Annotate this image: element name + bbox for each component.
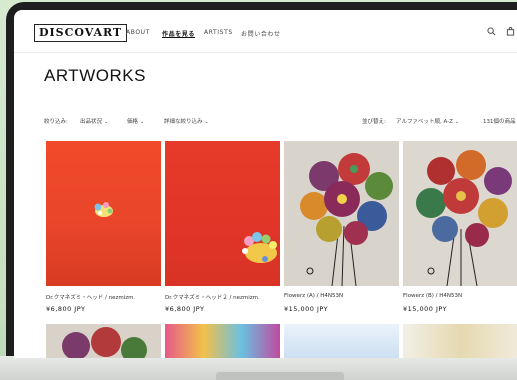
chevron-down-icon: ⌄	[140, 119, 145, 125]
product-price-1: ¥6,800 JPY	[46, 305, 86, 313]
rat-sculpture-image	[242, 232, 277, 263]
page-title: ARTWORKS	[44, 66, 146, 85]
cart-icon[interactable]	[506, 27, 515, 36]
product-name-3[interactable]: Flowerz (A) / H4N53N	[284, 293, 343, 299]
browser-screen: DISCOVART ABOUT 作品を見る ARTISTS お問い合わせ ART…	[14, 10, 517, 358]
filter-availability-label: 出品状況	[80, 119, 103, 125]
product-card-4[interactable]	[403, 141, 517, 286]
flower-painting-image	[416, 150, 512, 286]
product-name-2[interactable]: Dr.クマネズミ・ヘッド２ / nezmizm.	[165, 293, 260, 301]
product-image-7[interactable]	[284, 324, 399, 358]
product-price-2: ¥6,800 JPY	[165, 305, 205, 313]
product-name-1[interactable]: Dr.クマネズミ・ヘッド / nezmizm.	[46, 293, 135, 301]
flower-painting-image	[300, 153, 393, 286]
filter-label: 絞り込み:	[44, 119, 68, 125]
sort-select[interactable]: アルファベット順, A-Z ⌄	[396, 117, 459, 125]
site-header: DISCOVART ABOUT 作品を見る ARTISTS お問い合わせ	[14, 10, 517, 53]
chevron-down-icon: ⌄	[204, 119, 209, 125]
product-image-3[interactable]	[284, 141, 399, 286]
flower-painting-image	[62, 327, 147, 358]
site-logo[interactable]: DISCOVART	[34, 24, 128, 42]
filter-advanced[interactable]: 詳細な絞り込み ⌄	[164, 117, 209, 125]
product-image-1[interactable]	[46, 141, 161, 286]
search-icon[interactable]	[487, 27, 496, 36]
product-card-3[interactable]	[284, 141, 399, 286]
product-image-8[interactable]	[403, 324, 517, 358]
product-name-4[interactable]: Flowerz (B) / H4N53N	[403, 293, 462, 299]
product-price-3: ¥15,000 JPY	[284, 305, 329, 313]
nav-contact[interactable]: お問い合わせ	[241, 29, 281, 38]
nav-about[interactable]: ABOUT	[126, 29, 150, 36]
product-count: 131個の商品	[483, 119, 516, 125]
sort-value: アルファベット順, A-Z	[396, 119, 453, 125]
rat-sculpture-image	[94, 202, 113, 217]
chevron-down-icon: ⌄	[454, 119, 460, 125]
chevron-down-icon: ⌄	[104, 119, 109, 125]
product-price-4: ¥15,000 JPY	[403, 305, 448, 313]
product-card-2[interactable]	[165, 141, 280, 286]
product-card-1[interactable]	[46, 141, 161, 286]
filter-price-label: 価格	[127, 119, 139, 125]
product-image-4[interactable]	[403, 141, 517, 286]
product-image-6[interactable]	[165, 324, 280, 358]
product-image-5[interactable]	[46, 324, 161, 358]
sort-label: 並び替え:	[362, 119, 386, 125]
filter-advanced-label: 詳細な絞り込み	[164, 119, 203, 125]
filter-price[interactable]: 価格 ⌄	[127, 117, 144, 125]
laptop-notch	[216, 372, 344, 380]
product-image-2[interactable]	[165, 141, 280, 286]
nav-artworks[interactable]: 作品を見る	[162, 29, 195, 38]
nav-artists[interactable]: ARTISTS	[204, 29, 233, 36]
filter-availability[interactable]: 出品状況 ⌄	[80, 117, 108, 125]
